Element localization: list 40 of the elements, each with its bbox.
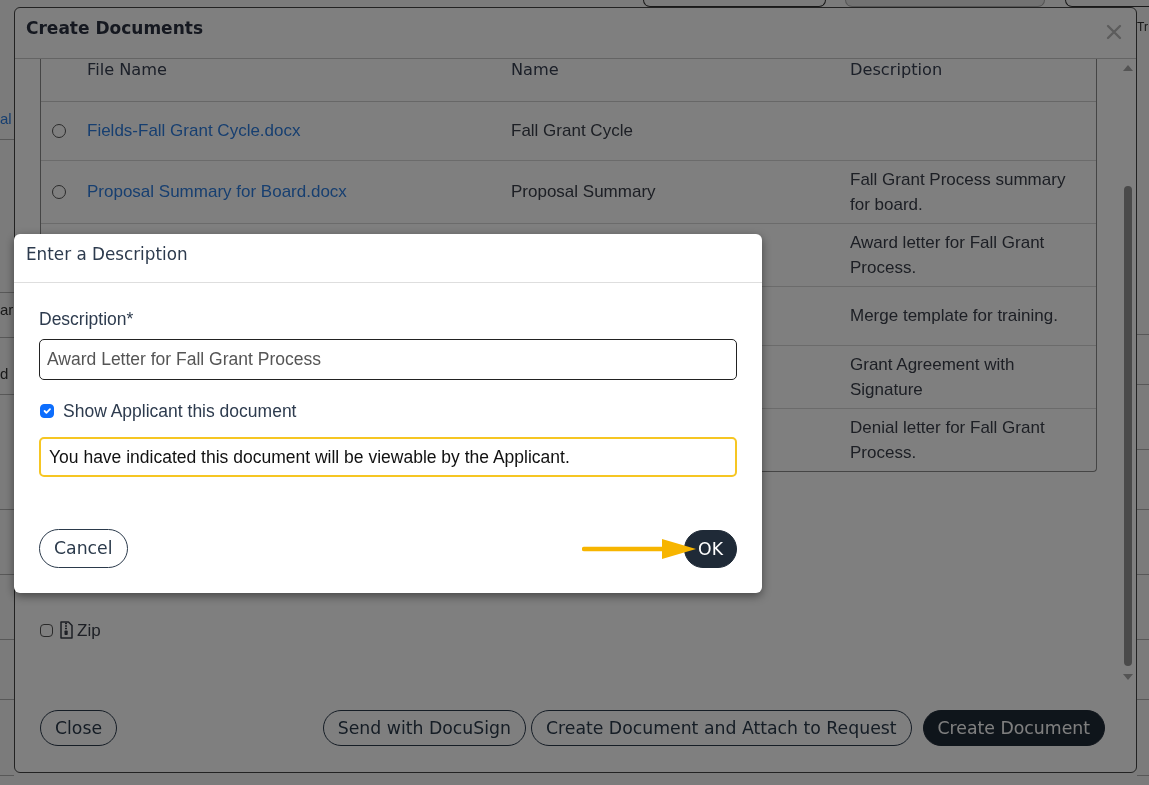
page-text: ar xyxy=(0,302,14,318)
file-link[interactable]: Proposal Summary for Board.docx xyxy=(87,182,347,201)
table-cell: Award letter for Fall Grant Process. xyxy=(838,223,1096,286)
page-button[interactable] xyxy=(1065,0,1149,7)
checkbox-label: Show Applicant this document xyxy=(63,401,297,421)
file-link[interactable]: Fields-Fall Grant Cycle.docx xyxy=(87,121,301,140)
scroll-up-icon[interactable] xyxy=(1122,65,1133,71)
zip-file-icon xyxy=(60,621,73,640)
table-cell: Merge template for training. xyxy=(838,286,1096,345)
table-cell: Denial letter for Fall Grant Process. xyxy=(838,408,1096,471)
checkbox[interactable] xyxy=(40,404,54,418)
close-button[interactable]: Close xyxy=(40,710,118,746)
table-cell: Proposal Summary xyxy=(499,160,838,223)
ok-button[interactable]: OK xyxy=(684,529,737,568)
radio-button[interactable] xyxy=(52,184,66,199)
option-label: Zip xyxy=(77,619,101,642)
send-with-docusign-button[interactable]: Send with DocuSign xyxy=(322,710,526,746)
page-text: d xyxy=(0,366,9,382)
description-field[interactable]: Award Letter for Fall Grant Process xyxy=(39,339,737,380)
radio-button[interactable] xyxy=(52,123,66,138)
column-header: Description xyxy=(838,59,1096,101)
table-cell: Fall Grant Process summary for board. xyxy=(838,160,1096,223)
column-header: Name xyxy=(499,59,838,101)
cancel-button[interactable]: Cancel xyxy=(39,529,128,568)
checkbox[interactable] xyxy=(40,623,53,637)
field-label: Description* xyxy=(39,309,135,329)
page-link[interactable]: al xyxy=(0,111,12,127)
column-header: File Name xyxy=(75,59,499,101)
table-cell: Grant Agreement with Signature xyxy=(838,345,1096,408)
modal-title: Create Documents xyxy=(26,17,203,39)
notice-message: You have indicated this document will be viewable by the Applicant. xyxy=(39,437,737,477)
page-button[interactable] xyxy=(643,0,826,7)
page-text: Tr xyxy=(1137,20,1148,34)
dialog-title: Enter a Description xyxy=(26,243,189,265)
arrow-icon xyxy=(582,537,697,560)
scrollbar-thumb[interactable] xyxy=(1123,186,1132,666)
create-document-and-attach-to-request-button[interactable]: Create Document and Attach to Request xyxy=(530,710,912,746)
table-cell: Fall Grant Cycle xyxy=(499,101,838,160)
create-document-button[interactable]: Create Document xyxy=(922,710,1105,746)
scroll-down-icon[interactable] xyxy=(1122,674,1133,680)
